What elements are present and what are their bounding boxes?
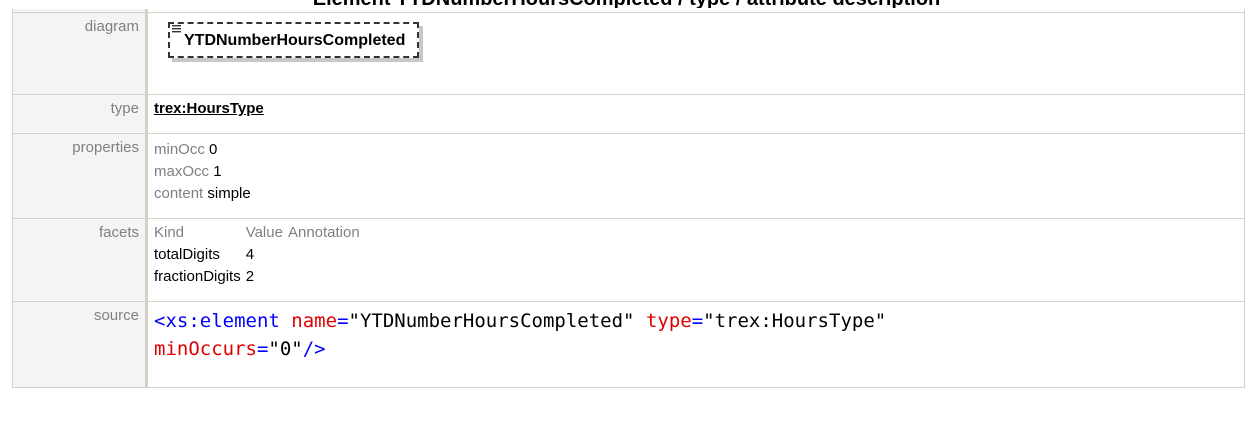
facets-header-kind: Kind	[154, 224, 185, 241]
element-list-icon	[172, 25, 181, 33]
property-line: content simple	[154, 183, 1244, 205]
source-attr-name: type	[645, 310, 692, 332]
property-line: maxOcc 1	[154, 161, 1244, 183]
diagram-label: diagram	[12, 12, 148, 95]
element-diagram-box[interactable]: YTDNumberHoursCompleted	[168, 22, 420, 58]
properties-cell: minOcc 0 maxOcc 1 content simple	[146, 133, 1245, 219]
source-code-block: <xs:element name="YTDNumberHoursComplete…	[154, 310, 887, 360]
facet-annotation	[288, 268, 365, 290]
diagram-row: diagram YTDNumberHoursCompleted	[12, 12, 1245, 95]
facets-header-value: Value	[245, 224, 283, 241]
facets-table: Kind Value Annotation totalDigits 4 frac…	[154, 224, 365, 290]
facets-label: facets	[12, 218, 148, 302]
type-label: type	[12, 94, 148, 134]
source-attr-name: minOccurs	[154, 338, 257, 360]
element-doc-table: diagram YTDNumberHoursCompleted type tre…	[12, 9, 1245, 388]
diagram-cell: YTDNumberHoursCompleted	[146, 12, 1245, 95]
property-key: maxOcc	[154, 163, 210, 180]
facet-annotation	[288, 246, 365, 268]
source-attr-value: "trex:HoursType"	[703, 310, 887, 332]
facet-row: fractionDigits 2	[154, 268, 365, 290]
facet-value: 4	[245, 246, 255, 263]
source-attr-name: name	[291, 310, 338, 332]
source-tag-open: <xs:element	[154, 310, 280, 332]
facet-value: 2	[245, 268, 255, 285]
facets-cell: Kind Value Annotation totalDigits 4 frac…	[146, 218, 1245, 302]
facets-row: facets Kind Value Annotation totalDigits…	[12, 218, 1245, 302]
properties-row: properties minOcc 0 maxOcc 1 content sim…	[12, 133, 1245, 219]
source-attr-value: "0"	[268, 338, 303, 360]
property-key: content	[154, 185, 204, 202]
property-value: 1	[213, 163, 222, 180]
page-heading: Element YTDNumberHoursCompleted / type /…	[0, 0, 1253, 8]
facets-header-annotation: Annotation	[287, 224, 360, 241]
page: Element YTDNumberHoursCompleted / type /…	[0, 0, 1253, 421]
facet-kind: totalDigits	[154, 246, 220, 263]
source-cell: <xs:element name="YTDNumberHoursComplete…	[146, 301, 1245, 388]
facet-kind: fractionDigits	[154, 268, 241, 285]
property-key: minOcc	[154, 141, 205, 158]
element-name: YTDNumberHoursCompleted	[184, 32, 406, 49]
property-value: simple	[207, 185, 251, 202]
page-heading-text: Element YTDNumberHoursCompleted / type /…	[313, 0, 941, 8]
type-cell: trex:HoursType	[146, 94, 1245, 134]
source-row: source <xs:element name="YTDNumberHoursC…	[12, 301, 1245, 388]
property-line: minOcc 0	[154, 139, 1244, 161]
source-tag-close: />	[302, 338, 326, 360]
property-value: 0	[209, 141, 218, 158]
source-label: source	[12, 301, 148, 388]
type-link[interactable]: trex:HoursType	[154, 100, 264, 117]
type-row: type trex:HoursType	[12, 94, 1245, 134]
facet-row: totalDigits 4	[154, 246, 365, 268]
facets-header-row: Kind Value Annotation	[154, 224, 365, 246]
source-attr-value: "YTDNumberHoursCompleted"	[348, 310, 635, 332]
properties-label: properties	[12, 133, 148, 219]
